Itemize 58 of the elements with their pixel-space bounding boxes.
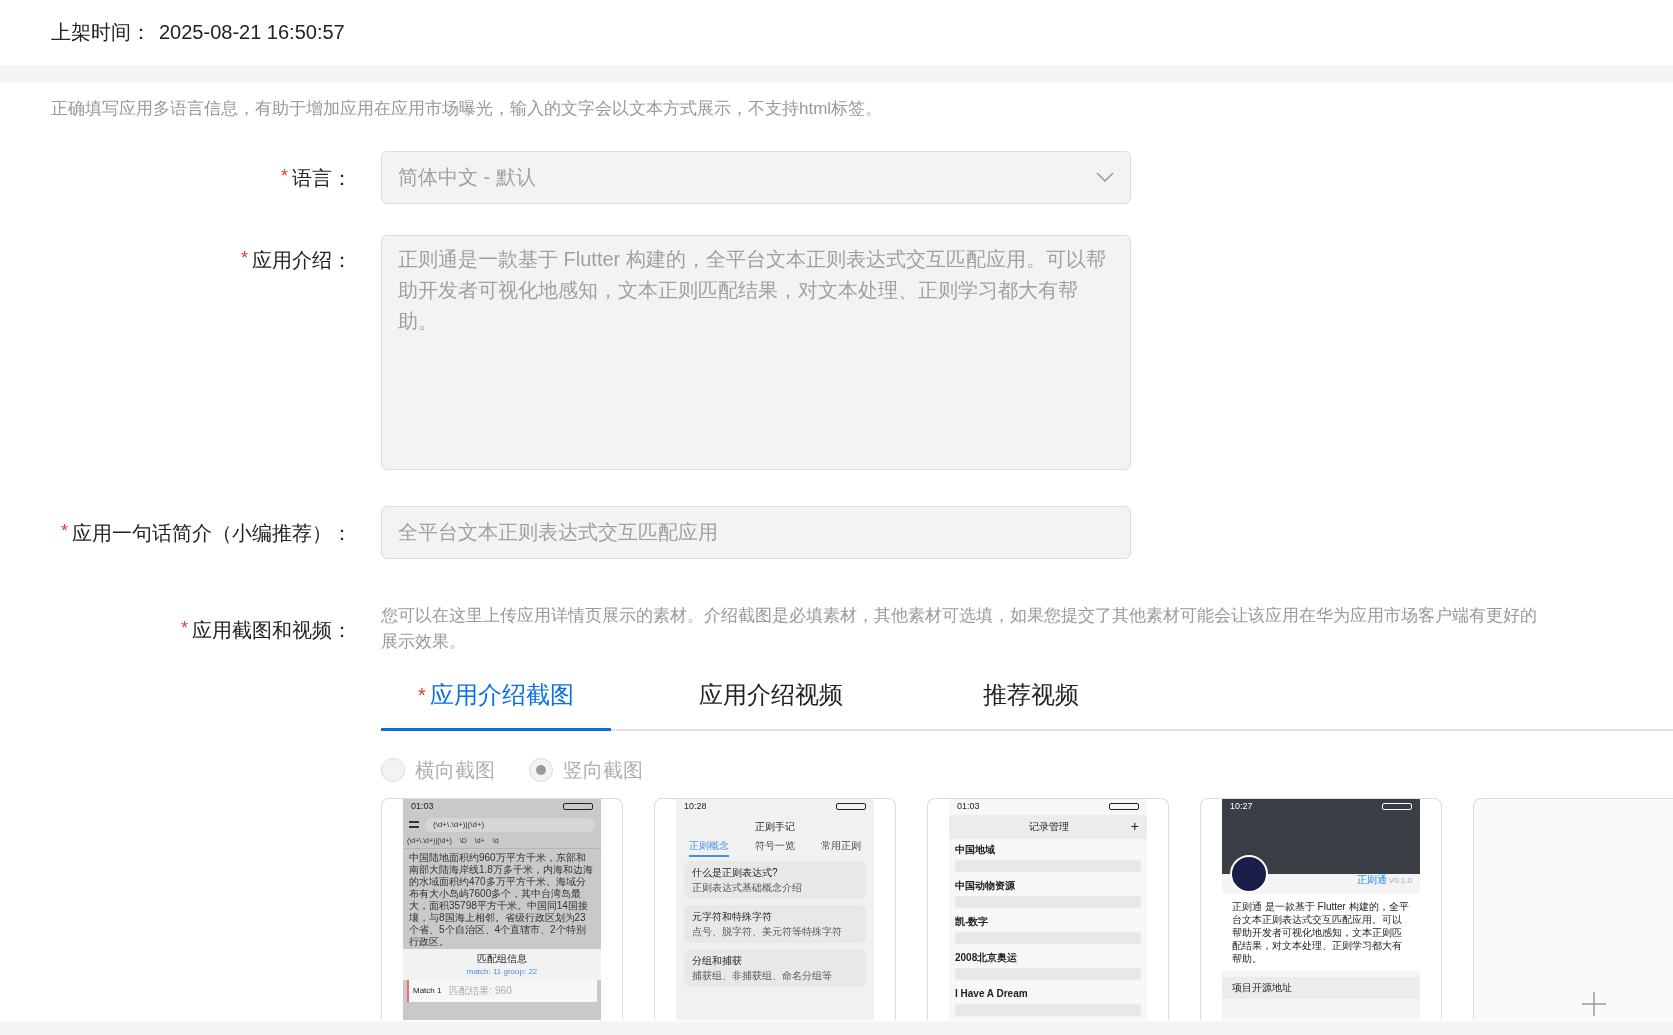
media-tab[interactable]: 推荐视频	[931, 662, 1131, 731]
radio-button[interactable]	[529, 757, 553, 782]
record-title: 中国动物资源	[955, 878, 1016, 893]
menu-icon	[409, 821, 419, 828]
listing-time-value: 2025-08-21 16:50:57	[159, 19, 345, 45]
record-title: I Have A Dream	[955, 986, 1029, 1001]
media-tab[interactable]: 应用介绍视频	[611, 662, 931, 731]
battery-icon	[836, 803, 866, 810]
app-version: V0.1.0	[1388, 875, 1412, 887]
field-label: 应用介绍：	[252, 247, 352, 273]
record-title: 凯-数字	[955, 914, 990, 929]
battery-icon	[1382, 803, 1412, 810]
topic-title: 什么是正则表达式?	[692, 865, 779, 880]
field-label: 语言：	[292, 165, 352, 191]
panel-info: match: 11 group: 22	[466, 965, 538, 978]
add-label: +	[1130, 817, 1139, 836]
status-time: 01:03	[411, 799, 434, 813]
radio-button[interactable]	[381, 757, 405, 782]
chevron-down-icon	[1096, 172, 1114, 182]
plus-icon	[1582, 991, 1606, 1016]
required-mark: *	[181, 616, 188, 640]
record-title: 中国地域	[955, 842, 996, 857]
radio-label: 横向截图	[415, 757, 495, 783]
listing-time-label: 上架时间：	[51, 19, 151, 45]
section-note: 正确填写应用多语言信息，有助于增加应用在应用市场曝光，输入的文字会以文本方式展示，不支持html标签。	[51, 98, 884, 120]
required-mark: *	[61, 519, 68, 543]
status-time: 10:27	[1230, 799, 1253, 813]
screen-tab-label: 常用正则	[821, 838, 861, 853]
status-time: 10:28	[684, 799, 707, 813]
field-label: 应用截图和视频：	[192, 617, 352, 643]
match-title: Match 1	[413, 984, 442, 997]
screen-tab-label: 符号一览	[755, 838, 795, 853]
topic-subtitle: 正则表达式基础概念介绍	[692, 880, 803, 895]
record-title: 2008北京奥运	[955, 950, 1019, 965]
topic-title: 元字符和特殊字符	[692, 909, 773, 924]
media-tab[interactable]: * 应用介绍截图	[381, 662, 611, 731]
screen-tab-label: 正则概念	[689, 837, 729, 857]
pattern-field: (\d+\.\d+)|(\d+)	[425, 817, 595, 832]
app-description: 正则通 是一款基于 Flutter 构建的，全平台文本正则表达式交互匹配应用。可以帮助开发者可视化地感知，文本正则匹配结果，对文本处理、正则学习都大有帮助。	[1222, 893, 1420, 971]
field-label: 应用一句话简介（小编推荐）：	[72, 520, 352, 546]
screen-title: 记录管理	[1028, 820, 1069, 834]
battery-icon	[563, 803, 593, 810]
match-result: 匹配结果: 960	[449, 984, 512, 998]
required-mark: *	[241, 246, 248, 270]
status-time: 01:03	[957, 799, 980, 813]
topic-subtitle: 点号、脱字符、美元符等特殊字符	[692, 924, 843, 939]
media-note: 您可以在这里上传应用详情页展示的素材。介绍截图是必填素材，其他素材可选填，如果您提交了其他素材可能会让该应用在华为应用市场客户端有更好的展示效果。	[381, 604, 1538, 653]
link-label: 项目开源地址	[1232, 981, 1292, 995]
panel-title: 匹配组信息	[477, 951, 527, 966]
upload-slot[interactable]	[1473, 797, 1673, 1020]
app-name: 正则通	[1356, 873, 1387, 887]
topic-subtitle: 捕获组、非捕获组、命名分组等	[692, 968, 833, 983]
screen-title: 正则手记	[754, 819, 796, 834]
required-mark: *	[281, 164, 288, 188]
sample-text: 中国陆地面积约960万平方千米，东部和南部大陆海岸线1.8万多千米，内海和边海的水域面积约470多万平方千米。海域分布有大小岛屿7600多个，其中台湾岛最大，面积35798平方千米。中国同14国接壤，与8国海上相邻。省级行政区划为23个省、5个自治区、4个直辖市、2个特别行政区。	[408, 850, 594, 949]
topic-title: 分组和捕获	[692, 953, 743, 968]
radio-label: 竖向截图	[563, 757, 643, 783]
battery-icon	[1109, 803, 1139, 810]
